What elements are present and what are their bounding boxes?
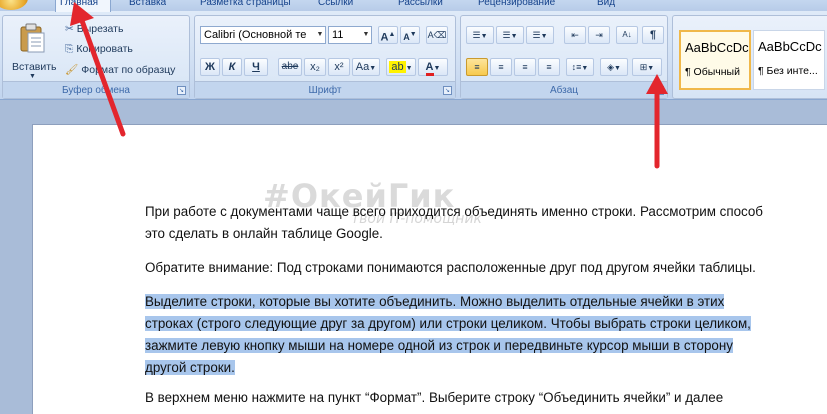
paste-button[interactable]: Вставить ▼ [9, 20, 57, 80]
font-dialog-launcher[interactable]: ↘ [443, 86, 452, 95]
chevron-down-icon: ▼ [29, 73, 36, 80]
paragraph-group: ☰▼ ☰▼ ☰▼ ⇤ ⇥ A↓ ¶ ≡ ≡ ≡ ≡ ↕≡▼ ◈▼ ⊞▼ Абза… [460, 15, 668, 99]
paragraph-group-label: Абзац [461, 81, 667, 98]
multilevel-list-icon: ☰ [532, 30, 541, 40]
font-group: Calibri (Основной те ▼ 11 ▼ A▲ A▼ A⌫ Ж К… [194, 15, 456, 99]
align-center-button[interactable]: ≡ [490, 58, 512, 76]
eraser-icon: A⌫ [427, 30, 447, 40]
font-name-combo[interactable]: Calibri (Основной те ▼ [200, 26, 326, 44]
chevron-down-icon: ▼ [369, 65, 377, 72]
font-name-value: Calibri (Основной те [204, 29, 307, 41]
line-spacing-button[interactable]: ↕≡▼ [566, 58, 594, 76]
style-sample: AaBbCcDc [685, 40, 749, 55]
tab-mailings[interactable]: Рассылки [398, 0, 443, 11]
clear-format-button[interactable]: A⌫ [426, 26, 448, 44]
tab-references[interactable]: Ссылки [318, 0, 353, 11]
document-area: #ОкейГик твой IT-помощник При работе с д… [0, 100, 827, 414]
chevron-down-icon: ▼ [433, 65, 441, 72]
italic-button[interactable]: К [222, 58, 242, 76]
chevron-down-icon: ▼ [581, 65, 589, 72]
grow-font-label: A [380, 31, 389, 44]
line-spacing-icon: ↕≡ [571, 62, 582, 72]
shading-button[interactable]: ◈▼ [600, 58, 628, 76]
change-case-label: Aa [355, 61, 370, 73]
decrease-indent-icon: ⇤ [571, 30, 579, 40]
annotation-arrow-home-tab [70, 2, 126, 137]
font-size-value: 11 [332, 29, 344, 41]
document-paragraph: Обратите внимание: Под строками понимают… [145, 260, 756, 275]
font-size-combo[interactable]: 11 ▼ [328, 26, 372, 44]
strikethrough-button[interactable]: abe [278, 58, 302, 76]
chevron-down-icon: ▼ [315, 27, 325, 43]
chevron-down-icon: ▼ [540, 33, 548, 40]
chevron-down-icon: ▼ [361, 27, 371, 43]
align-center-icon: ≡ [498, 62, 504, 72]
document-page[interactable]: #ОкейГик твой IT-помощник При работе с д… [32, 124, 827, 414]
office-button[interactable] [0, 0, 28, 10]
bold-button[interactable]: Ж [200, 58, 220, 76]
tab-review[interactable]: Рецензирование [478, 0, 555, 11]
change-case-button[interactable]: Aa▼ [352, 58, 380, 76]
styles-group: AaBbCcDc ¶ Обычный AaBbCcDc ¶ Без инте..… [672, 15, 827, 99]
document-paragraph: В верхнем меню нажмите на пункт “Формат”… [145, 390, 724, 405]
show-marks-button[interactable]: ¶ [642, 26, 664, 44]
justify-icon: ≡ [546, 62, 552, 72]
paint-bucket-icon: ◈ [607, 62, 614, 72]
selected-line: строках (строго следующие друг за другом… [145, 316, 751, 331]
subscript-button[interactable]: x₂ [304, 58, 326, 76]
align-right-icon: ≡ [522, 62, 528, 72]
selected-line: Выделите строки, которые вы хотите объед… [145, 294, 725, 309]
chevron-down-icon: ▼ [405, 65, 413, 72]
style-normal[interactable]: AaBbCcDc ¶ Обычный [679, 30, 751, 90]
align-right-button[interactable]: ≡ [514, 58, 536, 76]
font-color-icon: A [425, 61, 434, 76]
chevron-down-icon: ▼ [613, 65, 621, 72]
bullets-button[interactable]: ☰▼ [466, 26, 494, 44]
chevron-down-icon: ▼ [510, 33, 518, 40]
decrease-indent-button[interactable]: ⇤ [564, 26, 586, 44]
sort-icon: A↓ [622, 30, 632, 39]
tab-page-layout[interactable]: Разметка страницы [200, 0, 291, 11]
justify-button[interactable]: ≡ [538, 58, 560, 76]
pilcrow-icon: ¶ [649, 29, 657, 41]
document-paragraph: При работе с документами чаще всего прих… [145, 204, 763, 241]
paste-icon [20, 23, 45, 53]
selected-line: зажмите левую кнопку мыши на номере одно… [145, 338, 733, 353]
numbering-icon: ☰ [502, 30, 511, 40]
font-color-button[interactable]: A▼ [418, 58, 448, 76]
style-name: ¶ Без инте... [758, 65, 818, 77]
sort-button[interactable]: A↓ [616, 26, 638, 44]
style-no-spacing[interactable]: AaBbCcDc ¶ Без инте... [753, 30, 825, 90]
superscript-button[interactable]: x² [328, 58, 350, 76]
chevron-down-icon: ▼ [480, 33, 488, 40]
underline-button[interactable]: Ч [244, 58, 268, 76]
font-group-label: Шрифт [195, 81, 455, 98]
increase-indent-button[interactable]: ⇥ [588, 26, 610, 44]
grow-font-button[interactable]: A▲ [378, 26, 398, 44]
increase-indent-icon: ⇥ [595, 30, 603, 40]
bullets-icon: ☰ [472, 30, 481, 40]
style-sample: AaBbCcDc [758, 39, 822, 54]
highlighter-icon: ab [389, 61, 406, 73]
align-left-icon: ≡ [474, 62, 480, 72]
align-left-button[interactable]: ≡ [466, 58, 488, 76]
paste-label: Вставить [12, 61, 57, 73]
style-name: ¶ Обычный [685, 66, 740, 78]
multilevel-list-button[interactable]: ☰▼ [526, 26, 554, 44]
highlight-color-button[interactable]: ab ▼ [386, 58, 416, 76]
selected-paragraph: Выделите строки, которые вы хотите объед… [145, 291, 785, 379]
selected-line: другой строки. [145, 360, 235, 375]
tab-view[interactable]: Вид [597, 0, 615, 11]
annotation-arrow-borders [646, 74, 668, 169]
shrink-font-button[interactable]: A▼ [400, 26, 420, 44]
clipboard-dialog-launcher[interactable]: ↘ [177, 86, 186, 95]
numbering-button[interactable]: ☰▼ [496, 26, 524, 44]
